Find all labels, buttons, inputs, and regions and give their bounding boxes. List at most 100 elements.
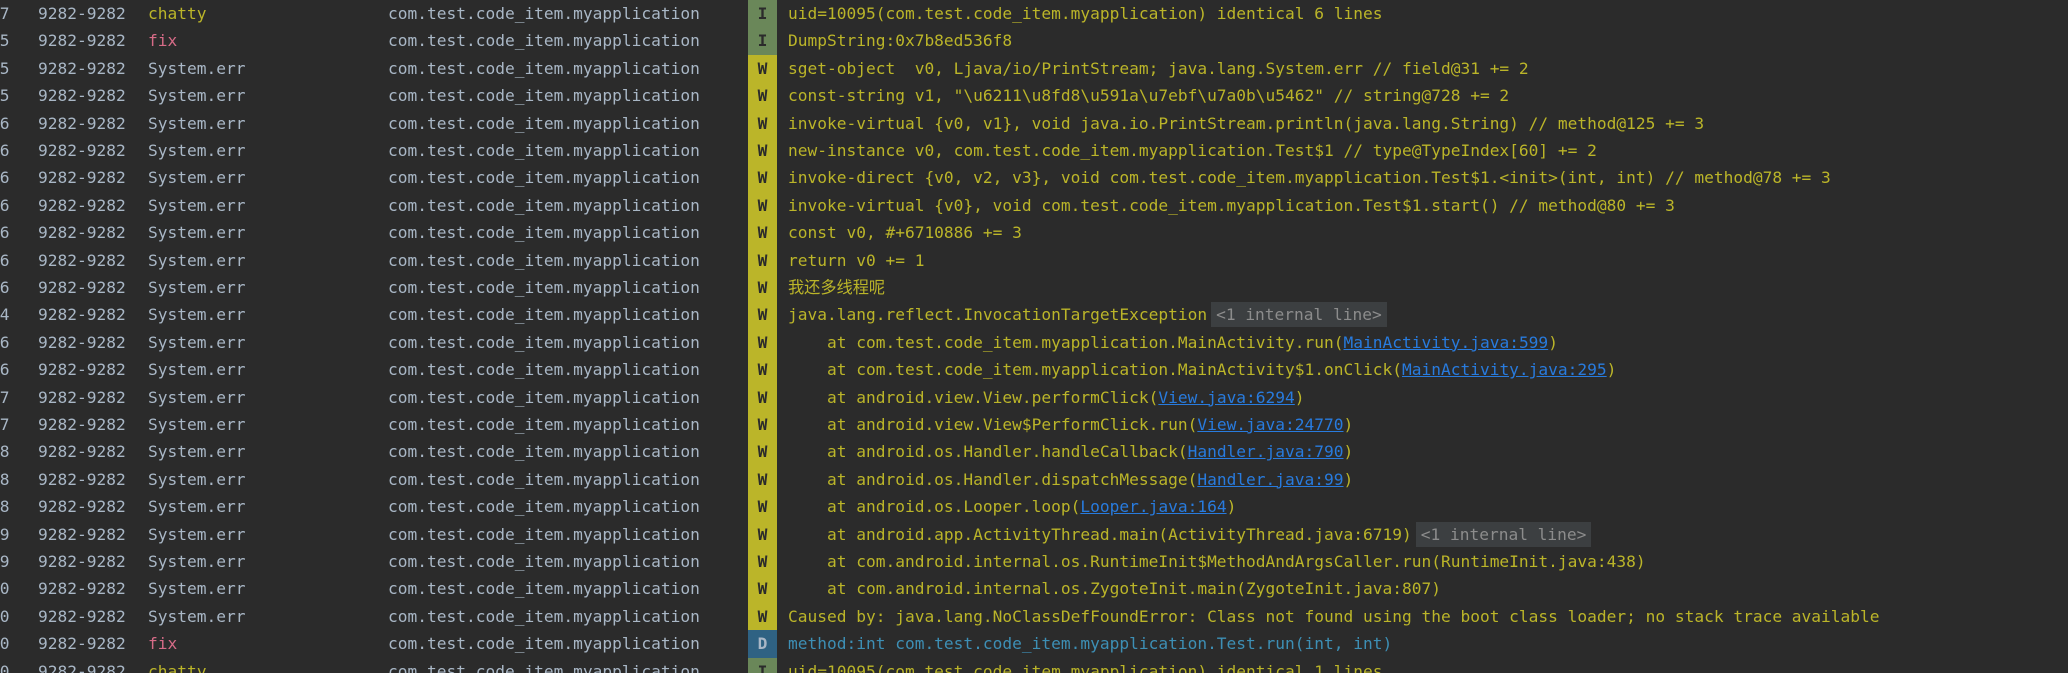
- log-timestamp: 30: [0, 661, 10, 673]
- source-link[interactable]: Handler.java:790: [1188, 442, 1344, 461]
- log-row[interactable]: 48 9282-9282 System.err com.test.code_item.…: [0, 493, 2068, 521]
- log-level-badge: W: [748, 438, 777, 466]
- log-row[interactable]: 06 9282-9282 System.err com.test.code_item.…: [0, 164, 2068, 192]
- log-tag: System.err: [148, 141, 246, 160]
- log-pid-tid: 9282-9282: [38, 4, 126, 23]
- log-tag: System.err: [148, 606, 246, 626]
- log-package: com.test.code_item.myapplication: [388, 168, 700, 188]
- source-link[interactable]: Looper.java:164: [1080, 497, 1226, 516]
- log-row[interactable]: 46 9282-9282 System.err com.test.code_item.…: [0, 328, 2068, 357]
- logcat-view[interactable]: 97 9282-9282 chatty com.test.code_item.myap…: [0, 0, 2068, 673]
- log-message-text: Caused by: java.lang.NoClassDefFoundErro…: [788, 606, 1880, 626]
- log-timestamp: 47: [0, 415, 10, 434]
- log-row[interactable]: 50 9282-9282 System.err com.test.code_item.…: [0, 575, 2068, 603]
- source-link[interactable]: View.java:6294: [1158, 388, 1294, 407]
- log-level-badge: W: [748, 383, 777, 411]
- log-row[interactable]: 30 9282-9282 chatty com.test.code_item.myap…: [0, 657, 2068, 673]
- log-level-badge: W: [748, 328, 777, 357]
- log-row[interactable]: 48 9282-9282 System.err com.test.code_item.…: [0, 438, 2068, 466]
- log-row[interactable]: 48 9282-9282 System.err com.test.code_item.…: [0, 465, 2068, 494]
- log-timestamp: 30: [0, 634, 10, 654]
- log-row[interactable]: 05 9282-9282 System.err com.test.code_item.…: [0, 54, 2068, 83]
- log-message-text: java.lang.reflect.InvocationTargetExcept…: [788, 305, 1208, 325]
- log-pid-tid: 9282-9282: [38, 469, 126, 489]
- log-row[interactable]: 49 9282-9282 System.err com.test.code_item.…: [0, 548, 2068, 576]
- log-row[interactable]: 49 9282-9282 System.err com.test.code_item.…: [0, 520, 2068, 548]
- log-level-badge: I: [748, 657, 777, 673]
- log-tag: System.err: [148, 223, 246, 243]
- log-message-suffix: ): [1226, 497, 1237, 517]
- log-message: sget-object v0, Ljava/io/PrintStream; ja…: [788, 55, 1529, 82]
- log-package: com.test.code_item.myapplication: [388, 4, 700, 23]
- log-row[interactable]: 50 9282-9282 System.err com.test.code_item.…: [0, 602, 2068, 631]
- log-package: com.test.code_item.myapplication: [388, 278, 700, 297]
- log-row[interactable]: 06 9282-9282 System.err com.test.code_item.…: [0, 219, 2068, 247]
- log-package: com.test.code_item.myapplication: [388, 195, 700, 215]
- log-level-badge: W: [748, 109, 777, 137]
- log-level-badge: W: [748, 548, 777, 576]
- log-message-text: const-string v1, "\u6211\u8fd8\u591a\u7e…: [788, 86, 1510, 106]
- log-message: const v0, #+6710886 += 3: [788, 219, 1022, 246]
- log-timestamp: 06: [0, 168, 10, 188]
- log-timestamp: 46: [0, 332, 10, 352]
- log-timestamp: 49: [0, 552, 10, 571]
- log-tag: System.err: [148, 442, 246, 462]
- log-message: at android.view.View.performClick(View.j…: [788, 384, 1305, 411]
- log-package: com.test.code_item.myapplication: [388, 524, 700, 544]
- log-message: java.lang.reflect.InvocationTargetExcept…: [788, 301, 1387, 328]
- log-message: at android.view.View$PerformClick.run(Vi…: [788, 411, 1353, 438]
- log-timestamp: 06: [0, 141, 10, 160]
- log-message-text: const v0, #+6710886 += 3: [788, 223, 1022, 243]
- log-message: return v0 += 1: [788, 247, 924, 274]
- log-package: com.test.code_item.myapplication: [388, 387, 700, 407]
- log-pid-tid: 9282-9282: [38, 606, 126, 626]
- source-link[interactable]: View.java:24770: [1197, 415, 1343, 434]
- log-timestamp: 50: [0, 606, 10, 626]
- log-tag: chatty: [148, 4, 207, 23]
- folded-lines-button[interactable]: <1 internal line>: [1211, 302, 1387, 328]
- log-tag: System.err: [148, 332, 246, 352]
- log-row[interactable]: 05 9282-9282 System.err com.test.code_item.…: [0, 82, 2068, 110]
- log-level-badge: W: [748, 301, 777, 329]
- log-pid-tid: 9282-9282: [38, 415, 126, 434]
- log-row[interactable]: 44 9282-9282 System.err com.test.code_item.…: [0, 301, 2068, 329]
- log-message: at com.test.code_item.myapplication.Main…: [788, 356, 1616, 383]
- log-pid-tid: 9282-9282: [38, 113, 126, 133]
- log-row[interactable]: 97 9282-9282 chatty com.test.code_item.myap…: [0, 0, 2068, 28]
- log-level-badge: W: [748, 82, 777, 110]
- log-level-badge: W: [748, 219, 777, 247]
- log-message: at android.os.Looper.loop(Looper.java:16…: [788, 493, 1236, 520]
- log-tag: System.err: [148, 195, 246, 215]
- log-package: com.test.code_item.myapplication: [388, 606, 700, 626]
- log-timestamp: 44: [0, 305, 10, 325]
- log-row[interactable]: 06 9282-9282 System.err com.test.code_item.…: [0, 191, 2068, 220]
- source-link[interactable]: MainActivity.java:599: [1344, 333, 1549, 352]
- log-level-badge: W: [748, 191, 777, 220]
- source-link[interactable]: Handler.java:99: [1197, 470, 1343, 489]
- log-timestamp: 05: [0, 31, 10, 51]
- log-row[interactable]: 05 9282-9282 fix com.test.code_item.myappli…: [0, 27, 2068, 55]
- log-row[interactable]: 06 9282-9282 System.err com.test.code_item.…: [0, 274, 2068, 302]
- log-row[interactable]: 06 9282-9282 System.err com.test.code_item.…: [0, 109, 2068, 137]
- log-message-text: at android.os.Handler.handleCallback(: [788, 442, 1188, 462]
- log-tag: fix: [148, 31, 178, 51]
- folded-lines-button[interactable]: <1 internal line>: [1415, 521, 1592, 547]
- log-message: invoke-virtual {v0}, void com.test.code_…: [788, 192, 1675, 219]
- log-row[interactable]: 47 9282-9282 System.err com.test.code_item.…: [0, 383, 2068, 411]
- log-package: com.test.code_item.myapplication: [388, 497, 700, 517]
- log-row[interactable]: 06 9282-9282 System.err com.test.code_item.…: [0, 246, 2068, 274]
- log-pid-tid: 9282-9282: [38, 168, 126, 188]
- log-row[interactable]: 46 9282-9282 System.err com.test.code_item.…: [0, 356, 2068, 384]
- log-tag: System.err: [148, 469, 246, 489]
- log-level-badge: W: [748, 164, 777, 192]
- log-package: com.test.code_item.myapplication: [388, 579, 700, 599]
- log-tag: System.err: [148, 415, 246, 434]
- log-pid-tid: 9282-9282: [38, 58, 126, 78]
- log-row[interactable]: 47 9282-9282 System.err com.test.code_item.…: [0, 411, 2068, 439]
- source-link[interactable]: MainActivity.java:295: [1402, 360, 1607, 379]
- log-message: at com.android.internal.os.ZygoteInit.ma…: [788, 575, 1441, 602]
- log-row[interactable]: 06 9282-9282 System.err com.test.code_item.…: [0, 137, 2068, 165]
- log-row[interactable]: 30 9282-9282 fix com.test.code_item.myappli…: [0, 630, 2068, 658]
- log-message-suffix: ): [1343, 469, 1354, 489]
- log-level-badge: W: [748, 274, 777, 302]
